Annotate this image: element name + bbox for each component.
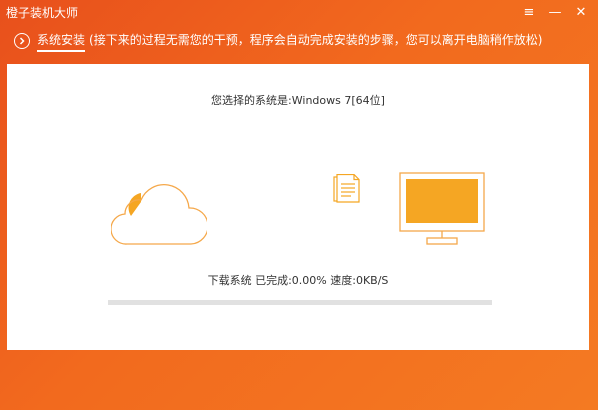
download-status-text: 下载系统 已完成:0.00% 速度:0KB/S <box>207 274 389 287</box>
step-description: (接下来的过程无需您的干预，程序会自动完成安装的步骤，您可以离开电脑稍作放松) <box>89 32 543 47</box>
minimize-icon[interactable]: — <box>546 3 564 21</box>
monitor-icon <box>399 172 487 252</box>
selected-system-label: 您选择的系统是:Windows 7[64位] <box>211 94 385 107</box>
menu-icon[interactable]: ≡ <box>520 3 538 21</box>
cloud-icon <box>110 178 209 252</box>
step-bar: 系统安装 (接下来的过程无需您的干预，程序会自动完成安装的步骤，您可以离开电脑稍… <box>0 28 598 54</box>
download-progress-bar <box>108 300 492 305</box>
app-title: 橙子装机大师 <box>6 6 79 20</box>
step-label: 系统安装 <box>37 31 86 52</box>
install-panel: 您选择的系统是:Windows 7[64位] 下载系统 已完成:0.00% 速度… <box>7 64 589 350</box>
title-bar: 橙子装机大师 ≡ — ✕ <box>0 0 598 26</box>
chevron-right-icon <box>14 33 30 49</box>
close-icon[interactable]: ✕ <box>572 3 590 21</box>
window-controls: ≡ — ✕ <box>520 3 590 21</box>
document-icon <box>333 173 361 208</box>
